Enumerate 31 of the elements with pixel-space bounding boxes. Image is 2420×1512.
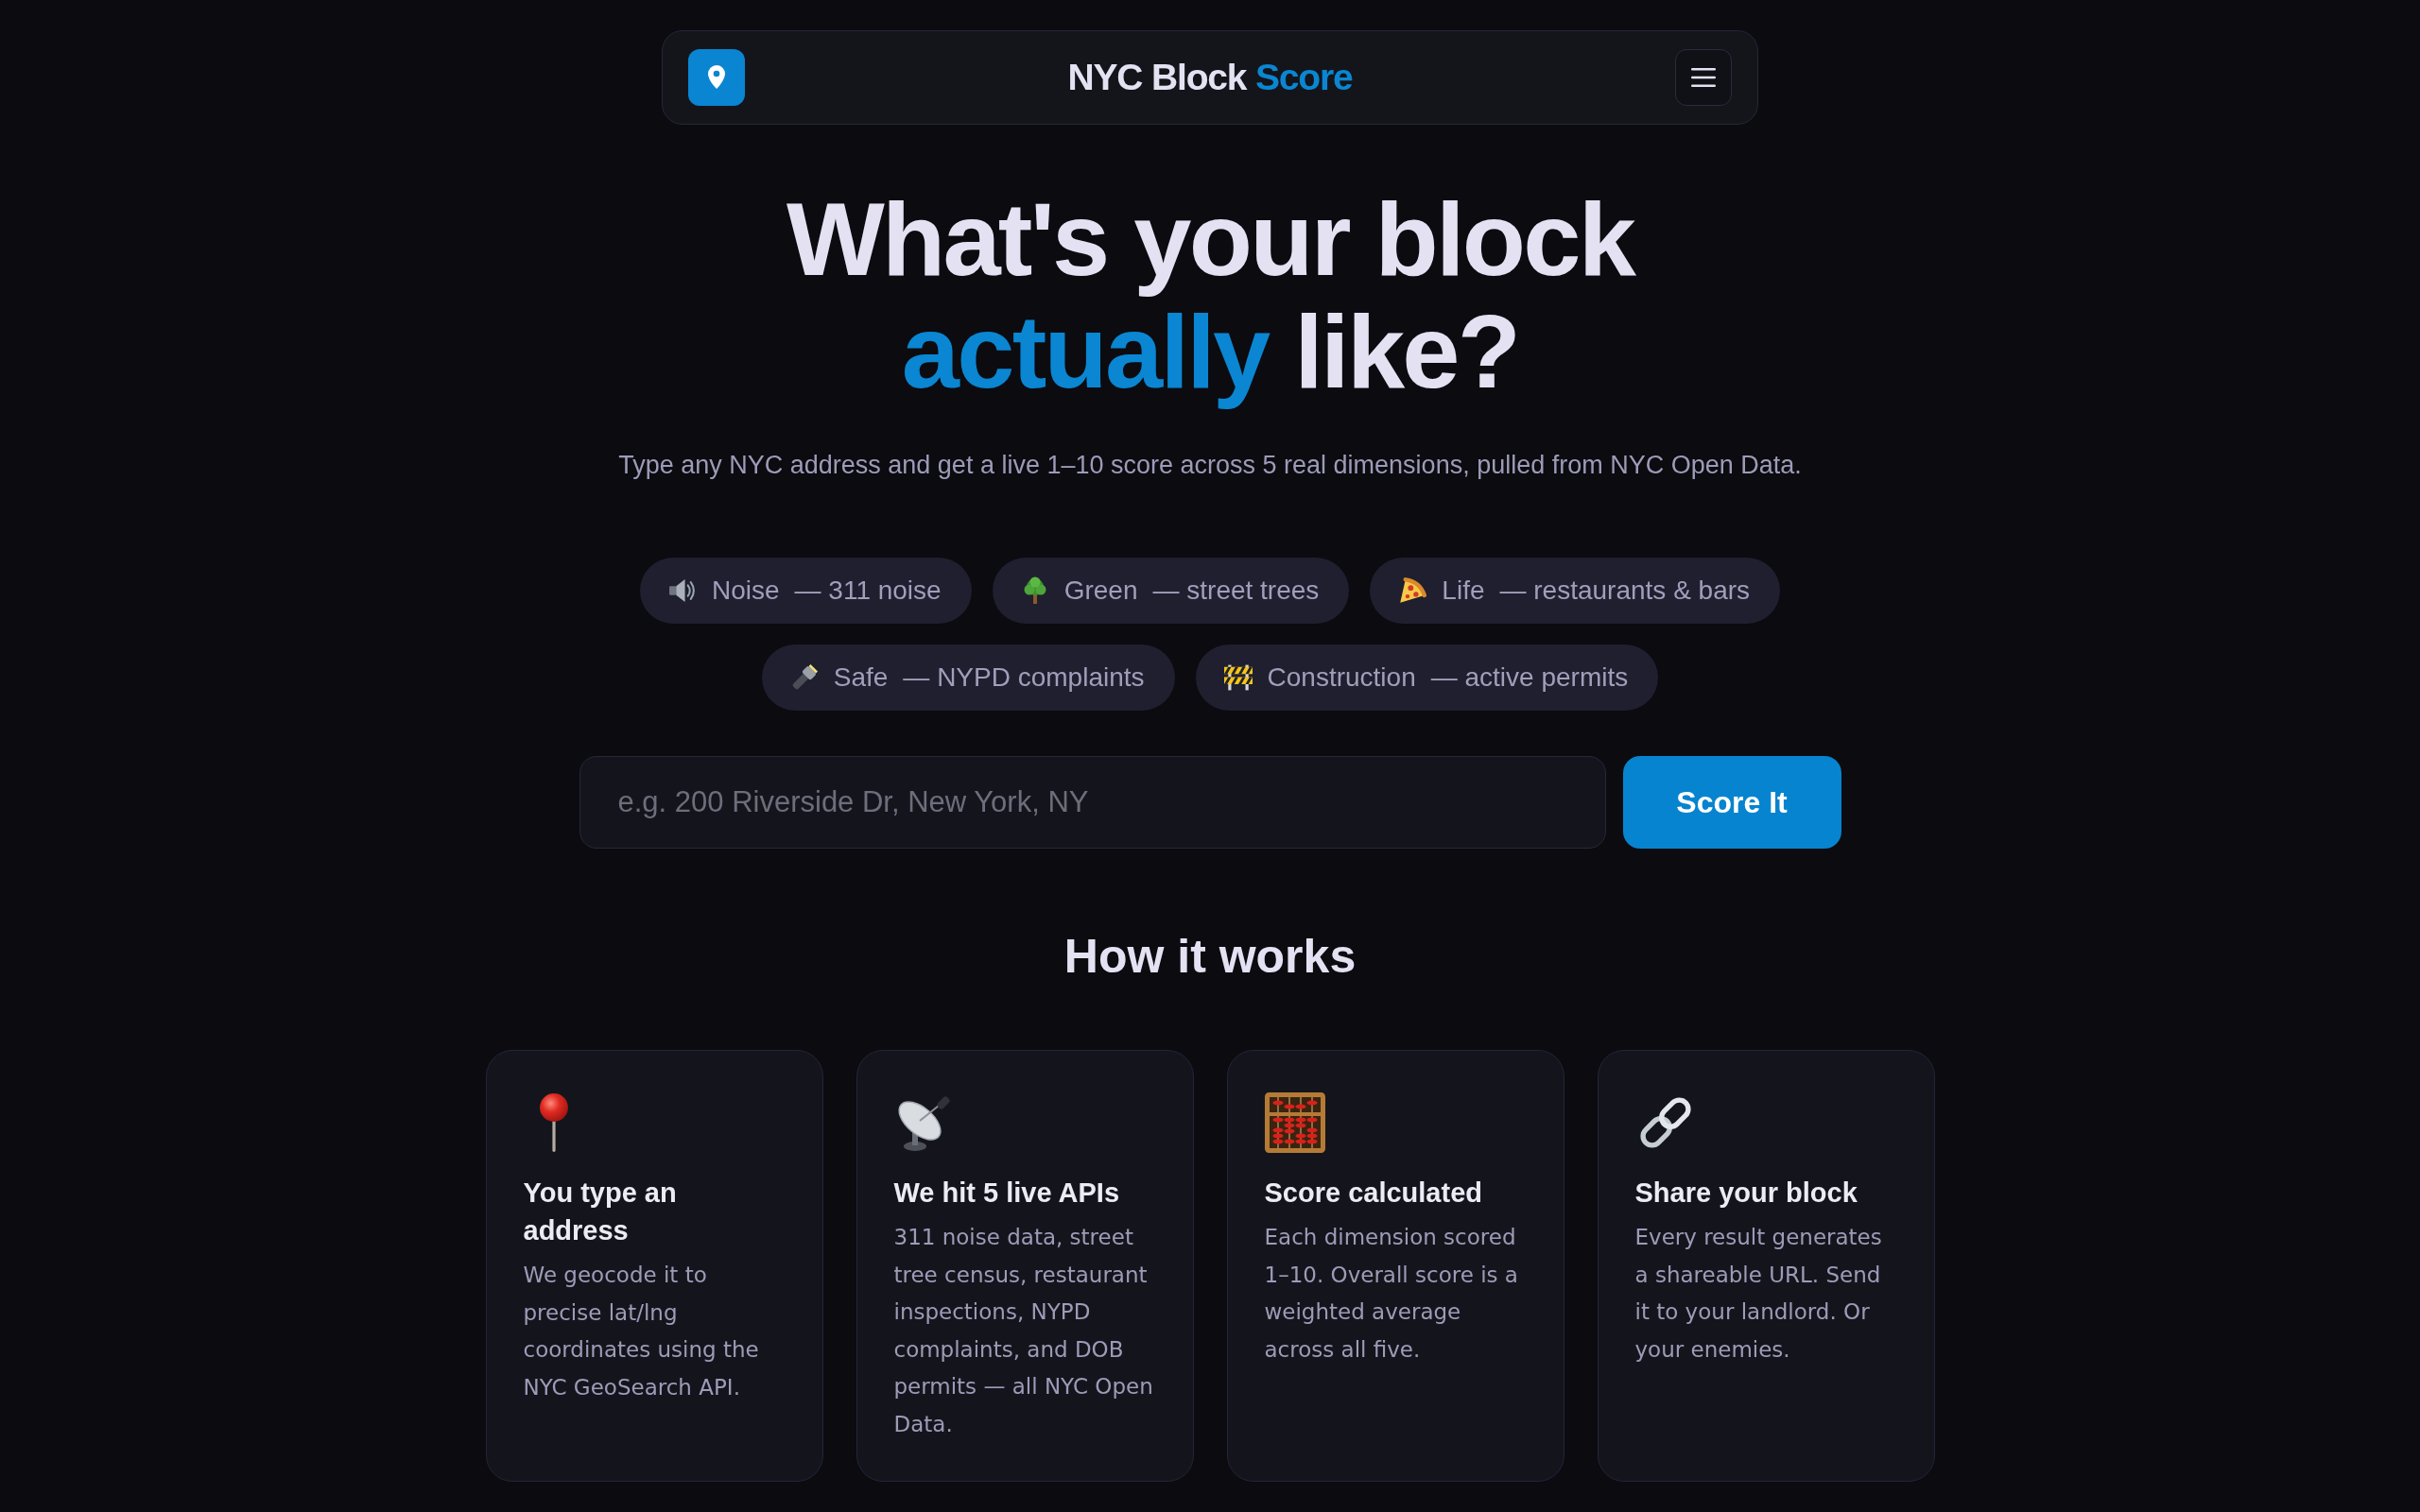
abacus-icon — [1264, 1092, 1325, 1153]
step-title: You type an address — [523, 1177, 678, 1247]
score-button[interactable]: Score It — [1622, 756, 1841, 849]
tag-description: — restaurants & bars — [1499, 576, 1751, 606]
step-description: Each dimension scored 1–10. Overall score is a weighted average across all five. — [1264, 1224, 1519, 1364]
section-title: How it works — [1063, 929, 1357, 985]
app-title: NYC Block Score — [1067, 57, 1353, 98]
tag-description: — street trees — [1152, 576, 1320, 606]
menu-icon — [1691, 68, 1716, 87]
tag-description: — NYPD complaints — [903, 662, 1145, 693]
step-title: We hit 5 live APIs — [893, 1177, 1121, 1210]
step-description: Every result generates a shareable URL. Send it to your landlord. Or your enemies. — [1634, 1224, 1883, 1364]
hero-title: What's your block actually like? — [786, 182, 1634, 407]
tag-label: Safe — [833, 662, 889, 693]
speaker-icon — [667, 576, 697, 605]
tag-description: — active permits — [1430, 662, 1629, 693]
step-description: 311 noise data, street tree census, restaurant inspections, NYPD complaints, and DOB permits — all NYC Open Data. — [893, 1224, 1154, 1438]
step-title: Share your block — [1634, 1177, 1858, 1210]
tag-label: Construction — [1267, 662, 1416, 693]
tag-label: Noise — [711, 576, 780, 606]
pizza-icon — [1398, 576, 1427, 605]
step-title: Score calculated — [1264, 1177, 1483, 1210]
tag-description: — 311 noise — [794, 576, 942, 606]
tag-label: Life — [1442, 576, 1485, 606]
step-description: We geocode it to precise lat/lng coordinates using the NYC GeoSearch API. — [523, 1262, 760, 1401]
menu-button[interactable] — [1675, 49, 1732, 106]
hero-subtitle: Type any NYC address and get a live 1–10 score across 5 real dimensions, pulled from NYC Open Data. — [618, 450, 1802, 481]
tag-label: Green — [1063, 576, 1138, 606]
barrier-icon — [1223, 663, 1253, 692]
address-input[interactable]: e.g. 200 Riverside Dr, New York, NY — [579, 756, 1606, 849]
map-pin-icon[interactable] — [688, 49, 745, 106]
